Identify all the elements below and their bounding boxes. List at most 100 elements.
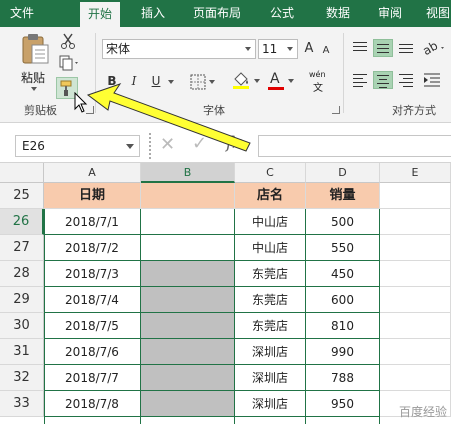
cell-date[interactable]: 2018/7/2 [44,235,141,261]
cell-date[interactable]: 2018/7/3 [44,261,141,287]
font-size-select[interactable]: 11 [258,39,298,59]
fill-color-button[interactable] [232,71,262,93]
cell-b[interactable] [141,209,235,235]
row-header[interactable]: 33 [0,391,44,417]
cell-store[interactable]: 深圳店 [235,391,306,417]
cut-icon[interactable] [60,33,76,49]
row-header[interactable]: 27 [0,235,44,261]
orientation-icon[interactable]: ab [421,39,447,57]
insert-function-icon[interactable]: fx [226,133,242,153]
cell-date[interactable]: 2018/7/4 [44,287,141,313]
font-name-select[interactable]: 宋体 [102,39,256,59]
formula-input[interactable] [258,135,451,157]
row-header[interactable]: 31 [0,339,44,365]
align-center-button[interactable] [373,71,393,89]
ribbon-tab-bar: 文件 开始 插入 页面布局 公式 数据 审阅 视图 [0,0,451,27]
italic-button[interactable]: I [126,72,142,90]
cell-sales[interactable]: 950 [306,391,380,417]
paste-dropdown-icon [31,87,37,91]
phonetic-button[interactable]: wén 文 [308,69,334,94]
column-header-e[interactable]: E [380,163,451,183]
enter-icon[interactable]: ✓ [192,133,207,154]
cell-sales[interactable]: 990 [306,339,380,365]
font-launcher-icon[interactable] [332,106,340,114]
shrink-font-icon[interactable]: A [320,42,332,60]
column-header-c[interactable]: C [235,163,306,183]
cell-e[interactable] [380,235,451,261]
table-header-b[interactable] [141,183,235,209]
cell-store[interactable]: 深圳店 [235,339,306,365]
cell-store[interactable]: 深圳店 [235,365,306,391]
underline-dropdown-icon[interactable] [168,80,174,84]
tab-insert[interactable]: 插入 [135,0,171,27]
column-header-b[interactable]: B [141,163,235,183]
name-box-value: E26 [22,139,45,153]
cell-e[interactable] [380,209,451,235]
indent-icon[interactable] [422,71,444,89]
align-middle-button[interactable] [373,39,393,57]
cancel-icon[interactable]: ✕ [160,134,175,155]
cell-date[interactable]: 2018/7/1 [44,209,141,235]
cell-e[interactable] [380,313,451,339]
select-all-corner[interactable] [0,163,44,183]
cell-e[interactable] [380,287,451,313]
tab-page-layout[interactable]: 页面布局 [186,0,248,27]
align-left-button[interactable] [350,71,370,89]
cell-date[interactable]: 2018/7/5 [44,313,141,339]
cell-date[interactable]: 2018/7/7 [44,365,141,391]
cell-sales[interactable]: 550 [306,235,380,261]
cell-date[interactable]: 2018/7/8 [44,391,141,417]
border-button[interactable] [190,73,216,91]
cell-e[interactable] [380,261,451,287]
row-header[interactable]: 28 [0,261,44,287]
cell-sales[interactable]: 500 [306,209,380,235]
column-header-d[interactable]: D [306,163,380,183]
cell-store[interactable]: 东莞店 [235,261,306,287]
tab-review[interactable]: 审阅 [370,0,410,27]
tab-data[interactable]: 数据 [318,0,358,27]
cell-b[interactable] [141,339,235,365]
font-color-button[interactable]: A [268,71,296,93]
row-header[interactable]: 30 [0,313,44,339]
cell-b[interactable] [141,391,235,417]
row-header[interactable]: 25 [0,183,44,209]
cell-b[interactable] [141,287,235,313]
cell-sales[interactable]: 810 [306,313,380,339]
column-header-a[interactable]: A [44,163,141,183]
tab-home[interactable]: 开始 [80,2,120,27]
cell-sales[interactable]: 450 [306,261,380,287]
cell-sales[interactable]: 788 [306,365,380,391]
bold-button[interactable]: B [104,72,120,90]
cell-sales[interactable]: 600 [306,287,380,313]
cell-b[interactable] [141,313,235,339]
cell-store[interactable]: 中山店 [235,209,306,235]
cell-store[interactable]: 东莞店 [235,287,306,313]
grow-font-icon[interactable]: A [302,40,316,58]
cell-store[interactable]: 中山店 [235,235,306,261]
align-bottom-button[interactable] [396,39,416,57]
tab-view[interactable]: 视图 [420,0,451,27]
align-top-button[interactable] [350,39,370,57]
underline-button[interactable]: U [148,72,164,90]
table-header-date[interactable]: 日期 [44,183,141,209]
formula-bar-grip[interactable] [149,133,153,159]
tab-formulas[interactable]: 公式 [262,0,302,27]
tab-file[interactable]: 文件 [0,0,44,27]
paste-button[interactable]: 粘贴 [18,33,52,91]
cell-e[interactable] [380,339,451,365]
cell-b[interactable] [141,235,235,261]
copy-icon[interactable] [58,55,80,71]
row-header[interactable]: 29 [0,287,44,313]
name-box[interactable]: E26 [15,135,140,157]
row-header[interactable]: 26 [0,209,44,235]
table-cell[interactable] [380,183,451,209]
align-right-button[interactable] [396,71,416,89]
table-header-sales[interactable]: 销量 [306,183,380,209]
table-header-store[interactable]: 店名 [235,183,306,209]
cell-b[interactable] [141,261,235,287]
cell-date[interactable]: 2018/7/6 [44,339,141,365]
cell-e[interactable] [380,365,451,391]
cell-b[interactable] [141,365,235,391]
cell-store[interactable]: 东莞店 [235,313,306,339]
row-header[interactable]: 32 [0,365,44,391]
